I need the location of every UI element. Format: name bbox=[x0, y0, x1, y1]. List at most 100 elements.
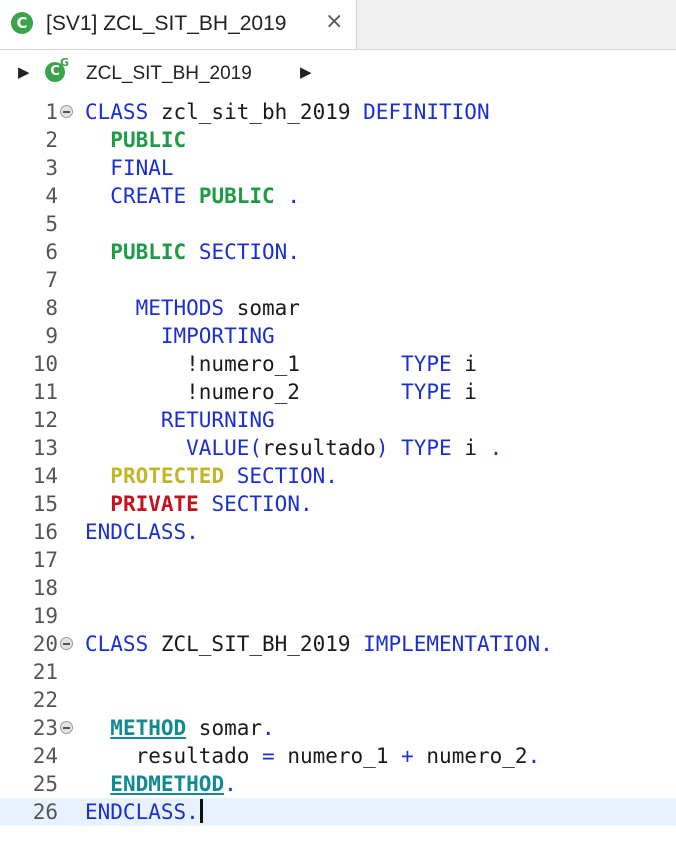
code-text: RETURNING bbox=[85, 406, 275, 434]
line-number: 16 bbox=[32, 520, 58, 544]
code-line[interactable]: 13 VALUE(resultado) TYPE i . bbox=[0, 434, 676, 462]
line-number: 12 bbox=[32, 408, 58, 432]
code-line[interactable]: 2 PUBLIC bbox=[0, 126, 676, 154]
code-token: . bbox=[224, 772, 237, 796]
code-text: ENDCLASS. bbox=[85, 518, 199, 546]
code-line[interactable]: 19 bbox=[0, 602, 676, 630]
code-line[interactable]: 4 CREATE PUBLIC . bbox=[0, 182, 676, 210]
code-token: . bbox=[489, 436, 503, 460]
code-token: METHODS bbox=[135, 296, 225, 320]
breadcrumb-arrow-icon[interactable]: ▶ bbox=[18, 63, 30, 81]
code-token: SECTION. bbox=[198, 240, 300, 264]
code-token: RETURNING bbox=[160, 408, 275, 432]
code-line[interactable]: 12 RETURNING bbox=[0, 406, 676, 434]
line-number: 25 bbox=[32, 772, 58, 796]
line-number: 14 bbox=[32, 464, 58, 488]
code-line[interactable]: 25 ENDMETHOD. bbox=[0, 770, 676, 798]
code-line[interactable]: 21 bbox=[0, 658, 676, 686]
class-icon: C bbox=[11, 12, 33, 34]
code-line[interactable]: 9 IMPORTING bbox=[0, 322, 676, 350]
line-number: 15 bbox=[32, 492, 58, 516]
code-token: i bbox=[451, 380, 477, 404]
code-line[interactable]: 18 bbox=[0, 574, 676, 602]
code-line[interactable]: 7 bbox=[0, 266, 676, 294]
code-token: !numero_2 bbox=[85, 380, 402, 404]
code-line[interactable]: 10 !numero_1 TYPE i bbox=[0, 350, 676, 378]
line-number: 24 bbox=[32, 744, 58, 768]
code-token: PUBLIC bbox=[110, 240, 187, 264]
fold-collapse-icon[interactable] bbox=[60, 637, 73, 650]
code-line[interactable]: 1 CLASS zcl_sit_bh_2019 DEFINITION bbox=[0, 98, 676, 126]
code-token: somar bbox=[186, 716, 263, 740]
code-token: numero_2 bbox=[413, 744, 528, 768]
breadcrumb-next-arrow-icon[interactable]: ▶ bbox=[300, 63, 312, 81]
code-line[interactable]: 23 METHOD somar. bbox=[0, 714, 676, 742]
code-text: FINAL bbox=[85, 154, 173, 182]
code-token: ZCL_SIT_BH_2019 bbox=[148, 632, 364, 656]
code-text: VALUE(resultado) TYPE i . bbox=[85, 434, 502, 462]
code-line[interactable]: 24 resultado = numero_1 + numero_2. bbox=[0, 742, 676, 770]
code-line[interactable]: 17 bbox=[0, 546, 676, 574]
code-line[interactable]: 6 PUBLIC SECTION. bbox=[0, 238, 676, 266]
code-token: + bbox=[401, 744, 414, 768]
line-number: 4 bbox=[45, 184, 58, 208]
code-text: ENDCLASS. bbox=[85, 798, 203, 826]
code-text: IMPORTING bbox=[85, 322, 275, 350]
code-token: ENDCLASS. bbox=[85, 520, 199, 544]
code-text: CREATE PUBLIC . bbox=[85, 182, 300, 210]
code-text: !numero_1 TYPE i bbox=[85, 350, 477, 378]
line-number: 7 bbox=[45, 268, 58, 292]
line-number: 20 bbox=[32, 632, 58, 656]
close-icon[interactable]: ⨯ bbox=[325, 9, 343, 34]
line-number: 5 bbox=[45, 212, 58, 236]
code-token: ENDCLASS. bbox=[85, 800, 199, 824]
code-token: PRIVATE bbox=[110, 492, 199, 516]
code-line[interactable]: 26 ENDCLASS. bbox=[0, 798, 676, 826]
code-token: IMPLEMENTATION. bbox=[363, 632, 553, 656]
line-number: 26 bbox=[32, 800, 58, 824]
editor-tab[interactable]: C [SV1] ZCL_SIT_BH_2019 ⨯ bbox=[0, 0, 357, 49]
code-text: CLASS ZCL_SIT_BH_2019 IMPLEMENTATION. bbox=[85, 630, 553, 658]
code-line[interactable]: 3 FINAL bbox=[0, 154, 676, 182]
line-number: 1 bbox=[45, 100, 58, 124]
fold-collapse-icon[interactable] bbox=[60, 721, 73, 734]
code-editor[interactable]: 1 CLASS zcl_sit_bh_2019 DEFINITION 2 PUBLI… bbox=[0, 97, 676, 844]
line-number: 18 bbox=[32, 576, 58, 600]
code-line[interactable]: 16 ENDCLASS. bbox=[0, 518, 676, 546]
code-line[interactable]: 5 bbox=[0, 210, 676, 238]
line-number: 8 bbox=[45, 296, 58, 320]
code-token: resultado bbox=[85, 744, 263, 768]
code-line[interactable]: 15 PRIVATE SECTION. bbox=[0, 490, 676, 518]
code-token: SECTION. bbox=[236, 464, 338, 488]
code-text: !numero_2 TYPE i bbox=[85, 378, 477, 406]
code-token: !numero_1 bbox=[85, 352, 402, 376]
code-token: TYPE bbox=[401, 352, 452, 376]
code-line[interactable]: 8 METHODS somar bbox=[0, 294, 676, 322]
code-token: . bbox=[262, 716, 275, 740]
code-token: METHOD bbox=[110, 716, 187, 740]
code-line[interactable]: 20 CLASS ZCL_SIT_BH_2019 IMPLEMENTATION. bbox=[0, 630, 676, 658]
code-text: METHOD somar. bbox=[85, 714, 275, 742]
code-line[interactable]: 11 !numero_2 TYPE i bbox=[0, 378, 676, 406]
code-token: = bbox=[262, 744, 275, 768]
code-token: TYPE bbox=[401, 380, 452, 404]
code-text: PROTECTED SECTION. bbox=[85, 462, 338, 490]
breadcrumb: ▶ C G ZCL_SIT_BH_2019 ▶ bbox=[0, 50, 676, 96]
code-token: PROTECTED bbox=[110, 464, 225, 488]
code-line[interactable]: 22 bbox=[0, 686, 676, 714]
fold-collapse-icon[interactable] bbox=[60, 105, 73, 118]
code-token: CREATE bbox=[110, 184, 187, 208]
breadcrumb-item-class[interactable]: ZCL_SIT_BH_2019 bbox=[86, 63, 252, 85]
code-text: PRIVATE SECTION. bbox=[85, 490, 312, 518]
code-line[interactable]: 14 PROTECTED SECTION. bbox=[0, 462, 676, 490]
